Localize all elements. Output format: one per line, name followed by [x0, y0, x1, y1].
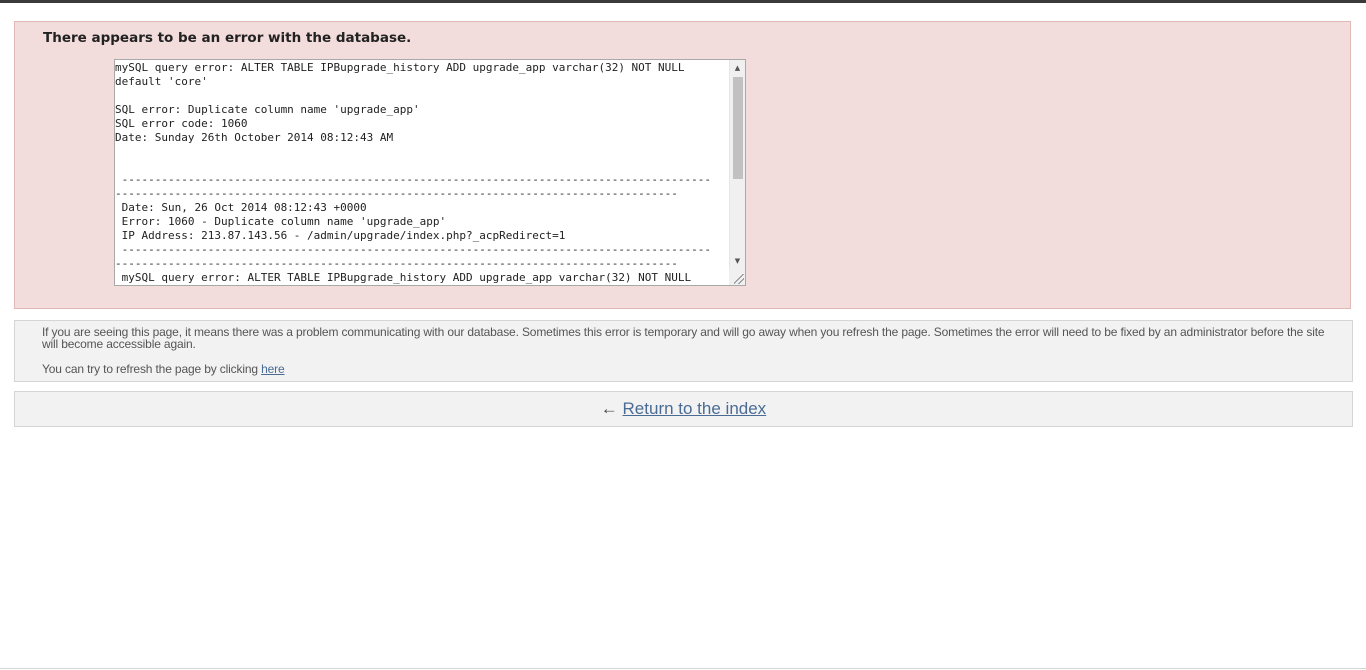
left-arrow-icon: ← [600, 399, 618, 418]
error-title: There appears to be an error with the da… [43, 30, 412, 46]
vertical-scrollbar[interactable]: ▲ ▼ [729, 60, 745, 270]
info-message: If you are seeing this page, it means th… [42, 325, 1325, 351]
info-panel: If you are seeing this page, it means th… [14, 320, 1353, 382]
top-border [0, 0, 1366, 3]
return-nav: ← Return to the index [601, 399, 766, 419]
error-details-text[interactable]: mySQL query error: ALTER TABLE IPBupgrad… [115, 61, 729, 285]
scrollbar-thumb[interactable] [733, 77, 743, 179]
return-panel: ← Return to the index [14, 391, 1353, 427]
resize-grip-icon[interactable] [734, 274, 744, 284]
refresh-prefix: You can try to refresh the page by click… [42, 362, 262, 376]
resize-handle[interactable] [729, 269, 745, 285]
database-error-panel: There appears to be an error with the da… [14, 21, 1351, 309]
bottom-divider [0, 668, 1366, 669]
refresh-instruction: You can try to refresh the page by click… [42, 363, 285, 375]
error-details-textarea[interactable]: mySQL query error: ALTER TABLE IPBupgrad… [114, 59, 746, 286]
return-to-index-link[interactable]: Return to the index [623, 399, 767, 418]
refresh-link[interactable]: here [261, 362, 285, 376]
scroll-up-arrow-icon[interactable]: ▲ [730, 61, 745, 75]
scroll-down-arrow-icon[interactable]: ▼ [730, 254, 745, 268]
